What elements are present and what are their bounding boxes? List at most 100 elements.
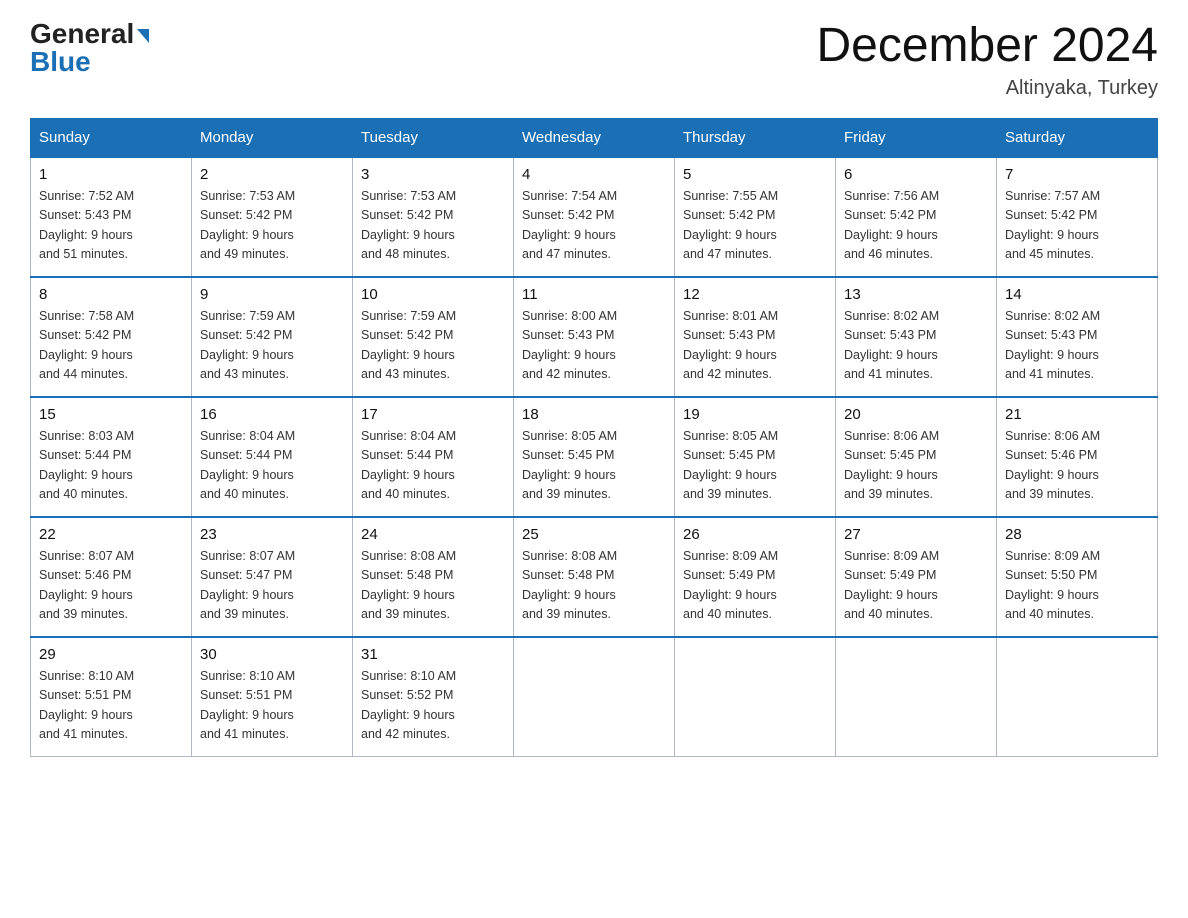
calendar-cell: 1Sunrise: 7:52 AM Sunset: 5:43 PM Daylig… [31,157,192,277]
day-info: Sunrise: 8:07 AM Sunset: 5:47 PM Dayligh… [200,547,344,625]
logo-blue-text: Blue [30,48,149,76]
week-row-5: 29 Sunrise: 8:10 AM Sunset: 5:51 PM Dayli… [31,637,1158,757]
day-info: Sunrise: 8:05 AM Sunset: 5:45 PM Dayligh… [522,427,666,505]
calendar-cell: 31Sunrise: 8:10 AM Sunset: 5:52 PM Dayli… [353,637,514,757]
day-info: Sunrise: 8:10 AM Sunset: 5:51 PM Dayligh… [200,667,344,745]
calendar-cell: 21 Sunrise: 8:06 AM Sunset: 5:46 PM Dayli… [997,397,1158,517]
day-number: 21 [1005,406,1149,423]
day-number: 18 [522,406,666,423]
day-number: 6 [844,166,988,183]
day-info: Sunrise: 8:04 AM Sunset: 5:44 PM Dayligh… [200,427,344,505]
calendar-cell [675,637,836,757]
day-number: 12 [683,286,827,303]
day-number: 22 [39,526,183,543]
calendar-cell: 20Sunrise: 8:06 AM Sunset: 5:45 PM Dayli… [836,397,997,517]
title-section: December 2024 Altinyaka, Turkey [816,20,1158,100]
logo-general-text: General [30,20,149,48]
day-info: Sunrise: 7:58 AM Sunset: 5:42 PM Dayligh… [39,307,183,385]
day-info: Sunrise: 8:09 AM Sunset: 5:49 PM Dayligh… [844,547,988,625]
calendar-cell: 4Sunrise: 7:54 AM Sunset: 5:42 PM Daylig… [514,157,675,277]
calendar-cell: 9 Sunrise: 7:59 AM Sunset: 5:42 PM Daylig… [192,277,353,397]
day-info: Sunrise: 8:07 AM Sunset: 5:46 PM Dayligh… [39,547,183,625]
day-number: 27 [844,526,988,543]
header-saturday: Saturday [997,118,1158,157]
calendar-cell: 8 Sunrise: 7:58 AM Sunset: 5:42 PM Daylig… [31,277,192,397]
day-number: 9 [200,286,344,303]
day-info: Sunrise: 7:57 AM Sunset: 5:42 PM Dayligh… [1005,187,1149,265]
day-info: Sunrise: 8:00 AM Sunset: 5:43 PM Dayligh… [522,307,666,385]
calendar-cell: 17 Sunrise: 8:04 AM Sunset: 5:44 PM Dayli… [353,397,514,517]
day-number: 5 [683,166,827,183]
day-info: Sunrise: 8:08 AM Sunset: 5:48 PM Dayligh… [361,547,505,625]
day-info: Sunrise: 7:59 AM Sunset: 5:42 PM Dayligh… [361,307,505,385]
day-number: 19 [683,406,827,423]
day-number: 7 [1005,166,1149,183]
day-number: 1 [39,166,183,183]
calendar-cell: 3 Sunrise: 7:53 AM Sunset: 5:42 PM Daylig… [353,157,514,277]
calendar-cell: 11 Sunrise: 8:00 AM Sunset: 5:43 PM Dayli… [514,277,675,397]
calendar-cell [514,637,675,757]
main-title: December 2024 [816,20,1158,73]
day-number: 24 [361,526,505,543]
day-number: 28 [1005,526,1149,543]
day-info: Sunrise: 8:10 AM Sunset: 5:51 PM Dayligh… [39,667,183,745]
day-number: 29 [39,646,183,663]
calendar-table: Sunday Monday Tuesday Wednesday Thursday… [30,118,1158,758]
day-info: Sunrise: 8:01 AM Sunset: 5:43 PM Dayligh… [683,307,827,385]
calendar-cell: 16 Sunrise: 8:04 AM Sunset: 5:44 PM Dayli… [192,397,353,517]
calendar-cell: 30Sunrise: 8:10 AM Sunset: 5:51 PM Dayli… [192,637,353,757]
day-number: 13 [844,286,988,303]
week-row-4: 22 Sunrise: 8:07 AM Sunset: 5:46 PM Dayli… [31,517,1158,637]
day-info: Sunrise: 8:06 AM Sunset: 5:46 PM Dayligh… [1005,427,1149,505]
calendar-cell: 14 Sunrise: 8:02 AM Sunset: 5:43 PM Dayli… [997,277,1158,397]
header-thursday: Thursday [675,118,836,157]
day-number: 3 [361,166,505,183]
week-row-1: 1Sunrise: 7:52 AM Sunset: 5:43 PM Daylig… [31,157,1158,277]
day-info: Sunrise: 7:55 AM Sunset: 5:42 PM Dayligh… [683,187,827,265]
day-info: Sunrise: 7:53 AM Sunset: 5:42 PM Dayligh… [361,187,505,265]
header-sunday: Sunday [31,118,192,157]
week-row-3: 15 Sunrise: 8:03 AM Sunset: 5:44 PM Dayli… [31,397,1158,517]
weekday-header-row: Sunday Monday Tuesday Wednesday Thursday… [31,118,1158,157]
calendar-cell: 25 Sunrise: 8:08 AM Sunset: 5:48 PM Dayli… [514,517,675,637]
day-number: 14 [1005,286,1149,303]
calendar-cell: 6Sunrise: 7:56 AM Sunset: 5:42 PM Daylig… [836,157,997,277]
header-friday: Friday [836,118,997,157]
day-number: 16 [200,406,344,423]
calendar-cell: 15 Sunrise: 8:03 AM Sunset: 5:44 PM Dayli… [31,397,192,517]
day-number: 4 [522,166,666,183]
day-info: Sunrise: 8:03 AM Sunset: 5:44 PM Dayligh… [39,427,183,505]
day-number: 10 [361,286,505,303]
calendar-cell: 27 Sunrise: 8:09 AM Sunset: 5:49 PM Dayli… [836,517,997,637]
day-number: 2 [200,166,344,183]
calendar-cell: 10 Sunrise: 7:59 AM Sunset: 5:42 PM Dayli… [353,277,514,397]
day-number: 26 [683,526,827,543]
week-row-2: 8 Sunrise: 7:58 AM Sunset: 5:42 PM Daylig… [31,277,1158,397]
day-number: 17 [361,406,505,423]
day-number: 31 [361,646,505,663]
calendar-cell: 19 Sunrise: 8:05 AM Sunset: 5:45 PM Dayli… [675,397,836,517]
page-header: General Blue December 2024 Altinyaka, Tu… [30,20,1158,100]
day-info: Sunrise: 8:04 AM Sunset: 5:44 PM Dayligh… [361,427,505,505]
day-info: Sunrise: 8:05 AM Sunset: 5:45 PM Dayligh… [683,427,827,505]
day-info: Sunrise: 8:09 AM Sunset: 5:50 PM Dayligh… [1005,547,1149,625]
day-number: 15 [39,406,183,423]
calendar-cell: 23 Sunrise: 8:07 AM Sunset: 5:47 PM Dayli… [192,517,353,637]
day-number: 23 [200,526,344,543]
calendar-cell [836,637,997,757]
calendar-cell: 26Sunrise: 8:09 AM Sunset: 5:49 PM Dayli… [675,517,836,637]
calendar-cell: 5 Sunrise: 7:55 AM Sunset: 5:42 PM Daylig… [675,157,836,277]
calendar-cell: 18 Sunrise: 8:05 AM Sunset: 5:45 PM Dayli… [514,397,675,517]
day-info: Sunrise: 7:59 AM Sunset: 5:42 PM Dayligh… [200,307,344,385]
day-info: Sunrise: 8:02 AM Sunset: 5:43 PM Dayligh… [1005,307,1149,385]
day-number: 11 [522,286,666,303]
calendar-cell: 2 Sunrise: 7:53 AM Sunset: 5:42 PM Daylig… [192,157,353,277]
day-info: Sunrise: 7:53 AM Sunset: 5:42 PM Dayligh… [200,187,344,265]
day-info: Sunrise: 8:02 AM Sunset: 5:43 PM Dayligh… [844,307,988,385]
day-info: Sunrise: 8:06 AM Sunset: 5:45 PM Dayligh… [844,427,988,505]
day-info: Sunrise: 8:08 AM Sunset: 5:48 PM Dayligh… [522,547,666,625]
day-number: 8 [39,286,183,303]
calendar-cell: 12 Sunrise: 8:01 AM Sunset: 5:43 PM Dayli… [675,277,836,397]
logo: General Blue [30,20,149,76]
day-number: 25 [522,526,666,543]
